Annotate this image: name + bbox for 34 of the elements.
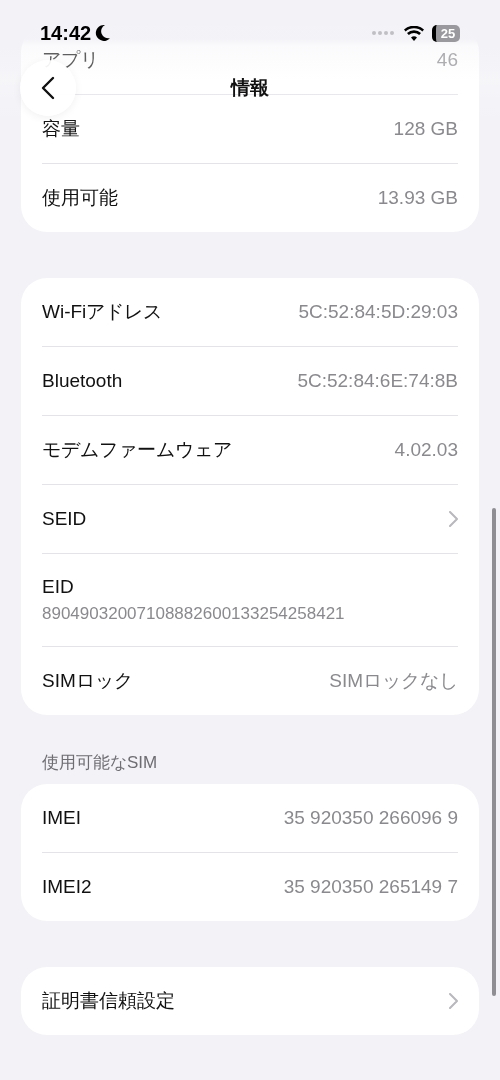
- settings-link[interactable]: 証明書信頼設定: [42, 967, 458, 1035]
- row-value: SIMロックなし: [329, 669, 458, 693]
- row-value: 5C:52:84:5D:29:03: [298, 301, 458, 323]
- row-label: SEID: [42, 508, 87, 530]
- row-label: Wi-Fiアドレス: [42, 300, 163, 324]
- row-label: IMEI2: [42, 876, 92, 898]
- row-value: 46: [436, 49, 458, 71]
- signal-dots-icon: [372, 31, 396, 35]
- settings-link[interactable]: SEID: [42, 484, 458, 553]
- battery-icon: 25: [432, 24, 460, 42]
- wifi-icon: [404, 25, 424, 41]
- section-header: 使用可能なSIM: [42, 752, 159, 774]
- row-value: 35 920350 266096 9: [283, 807, 458, 829]
- row-value: 13.93 GB: [377, 187, 458, 209]
- chevron-left-icon: [41, 76, 55, 100]
- status-time: 14:42: [40, 21, 92, 45]
- moon-icon: [95, 24, 112, 42]
- row-label: SIMロック: [42, 669, 133, 693]
- row-value: 4.02.03: [394, 439, 458, 461]
- row-label: 使用可能: [42, 186, 118, 210]
- row-value: 128 GB: [393, 118, 458, 140]
- chevron-icon: [449, 993, 458, 1009]
- row-label: アプリ: [42, 48, 99, 72]
- row-label: 容量: [42, 117, 80, 141]
- row-label: Bluetooth: [42, 370, 123, 392]
- nav-title: 情報: [231, 76, 269, 100]
- chevron-icon: [449, 511, 458, 527]
- row-label: IMEI: [42, 807, 82, 829]
- row-value: 89049032007108882600133254258421: [42, 604, 346, 624]
- row-value: 35 920350 265149 7: [283, 876, 458, 898]
- row-value: 5C:52:84:6E:74:8B: [297, 370, 458, 392]
- row-label: モデムファームウェア: [42, 438, 232, 462]
- row-label: EID: [42, 576, 75, 598]
- row-label: 証明書信頼設定: [42, 989, 175, 1013]
